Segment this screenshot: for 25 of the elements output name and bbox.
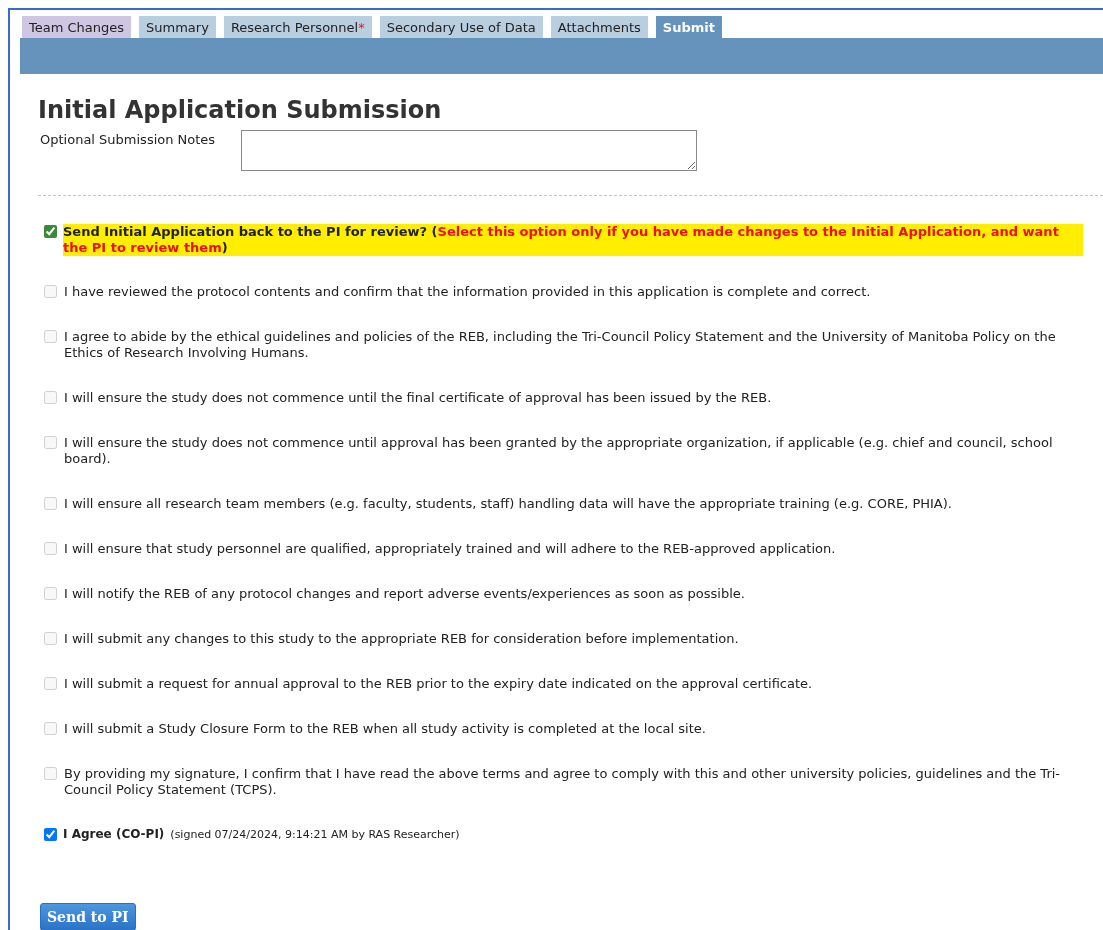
field-label: Optional Submission Notes xyxy=(40,131,216,149)
statement-text: I will ensure all research team members (e.g. faculty, students, staff) handling data will have the appropriate training (e.g. CORE, PHIA). xyxy=(64,496,952,512)
checkbox[interactable] xyxy=(44,828,57,841)
notes-field[interactable] xyxy=(241,130,698,171)
agree-label: I Agree (CO-PI) xyxy=(63,827,165,841)
send-button[interactable]: Send to PI xyxy=(40,903,136,930)
tab[interactable]: Team Changes xyxy=(22,16,132,38)
statement-text: I agree to abide by the ethical guidelines and policies of the REB, including the Tri-Council Policy Statement and the University of Manitoba Policy on the Ethics of Research Involving Humans. xyxy=(64,329,1057,361)
statement-text: I have reviewed the protocol contents and confirm that the information provided in this application is complete and correct. xyxy=(64,284,871,300)
statement-text: I will submit any changes to this study to the appropriate REB for consideration before implementation. xyxy=(64,631,739,647)
statement-text: I will ensure the study does not commence until the final certificate of approval has been issued by the REB. xyxy=(64,390,772,406)
tab[interactable]: Secondary Use of Data xyxy=(379,16,543,38)
checkbox[interactable] xyxy=(44,225,57,238)
tab[interactable]: Attachments xyxy=(550,16,648,38)
page-title: Initial Application Submission xyxy=(38,96,443,124)
signature-text: (signed 07/24/2024, 9:14:21 AM by RAS Researcher) xyxy=(170,827,460,841)
review-option-text: Send Initial Application back to the PI for review? (Select this option only if you have made changes to the Initial Application, and want the PI to review them) xyxy=(63,224,1083,256)
statement-text: I will submit a Study Closure Form to the REB when all study activity is completed at the local site. xyxy=(64,721,706,737)
statement-text: I will ensure that study personnel are qualified, appropriately trained and will adhere to the REB-approved application. xyxy=(64,541,836,557)
tab[interactable]: Summary xyxy=(139,16,216,38)
statement-text: I will ensure the study does not commence until approval has been granted by the appropriate organization, if applicable (e.g. chief and council, school board). xyxy=(64,435,1054,467)
statement-text: By providing my signature, I confirm that I have read the above terms and agree to comply with this and other university policies, guidelines and the Tri-Council Policy Statement (TCPS). xyxy=(64,766,1062,798)
statement-text: I will notify the REB of any protocol changes and report adverse events/experiences as soon as possible. xyxy=(64,586,745,602)
statement-text: I will submit a request for annual approval to the REB prior to the expiry date indicated on the approval certificate. xyxy=(64,676,813,692)
tab[interactable]: Research Personnel* xyxy=(223,16,372,38)
